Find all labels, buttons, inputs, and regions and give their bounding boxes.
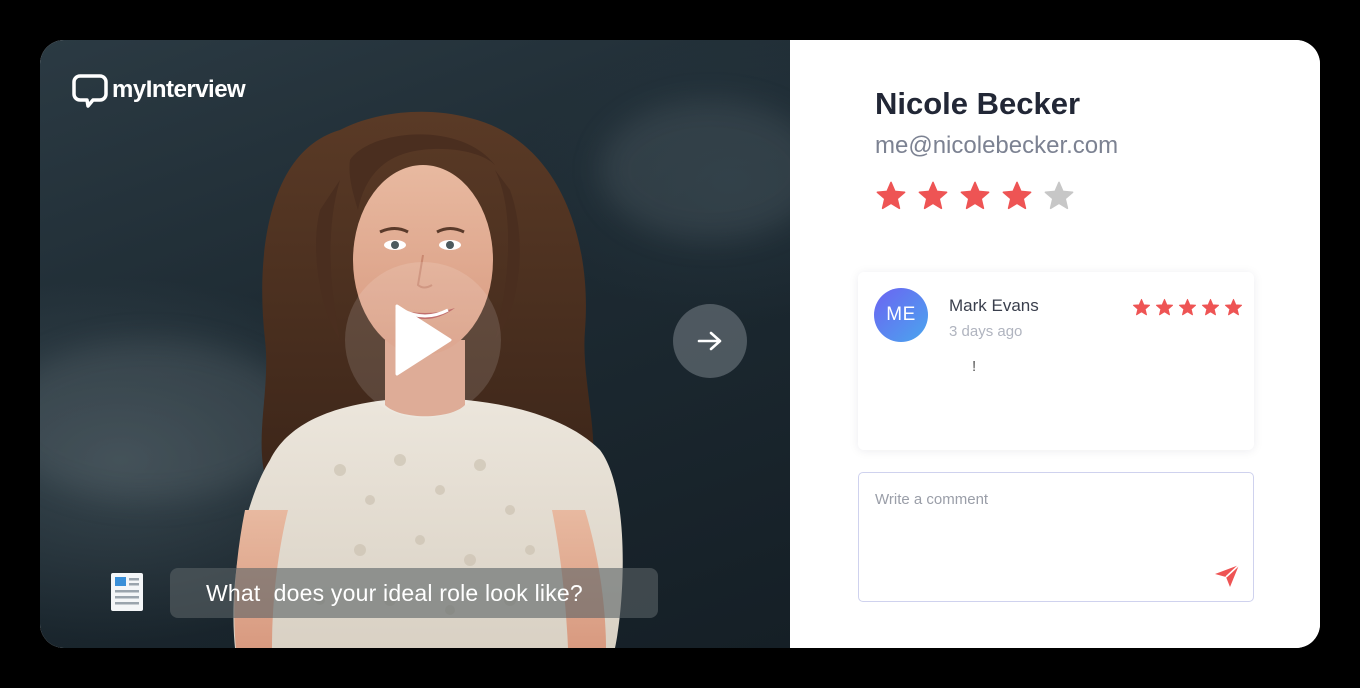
candidate-name: Nicole Becker (875, 86, 1081, 121)
question-caption: What does your ideal role look like? (170, 568, 658, 618)
review-rating-star-icon-5 (1224, 298, 1243, 316)
brand-logo: myInterview (72, 72, 246, 108)
chat-bubble-icon (72, 74, 108, 108)
review-rating (1132, 298, 1243, 317)
candidate-rating-star-icon-4[interactable] (1001, 180, 1033, 212)
document-icon[interactable] (110, 572, 144, 612)
review-text: ! (972, 358, 977, 375)
review-rating-star-icon-3 (1178, 298, 1197, 316)
arrow-right-icon (697, 331, 722, 351)
candidate-rating-star-icon-3[interactable] (959, 180, 991, 212)
candidate-rating-star-icon-1[interactable] (875, 180, 907, 212)
candidate-email[interactable]: me@nicolebecker.com (875, 132, 1118, 160)
review-rating-star-icon-2 (1155, 298, 1174, 316)
video-player[interactable]: myInterview What does your ideal role lo… (40, 40, 790, 648)
review-rating-star-icon-1 (1132, 298, 1151, 316)
play-button[interactable] (345, 262, 501, 418)
interview-card: myInterview What does your ideal role lo… (40, 40, 1320, 648)
candidate-rating-star-icon-5[interactable] (1043, 180, 1075, 212)
next-question-button[interactable] (673, 304, 747, 378)
brand-name: myInterview (112, 76, 246, 103)
comment-box (858, 472, 1254, 602)
review-rating-star-icon-4 (1201, 298, 1220, 316)
comment-input[interactable] (859, 473, 1253, 601)
reviewer-name: Mark Evans (949, 296, 1039, 315)
candidate-rating-star-icon-2[interactable] (917, 180, 949, 212)
candidate-panel: Nicole Becker me@nicolebecker.com ME Mar… (790, 40, 1320, 648)
avatar: ME (874, 288, 928, 342)
send-icon[interactable] (1213, 563, 1241, 589)
play-icon (395, 304, 452, 376)
candidate-rating[interactable] (875, 180, 1075, 212)
review-timestamp: 3 days ago (949, 323, 1023, 340)
review-card: ME Mark Evans 3 days ago ! (858, 272, 1254, 450)
